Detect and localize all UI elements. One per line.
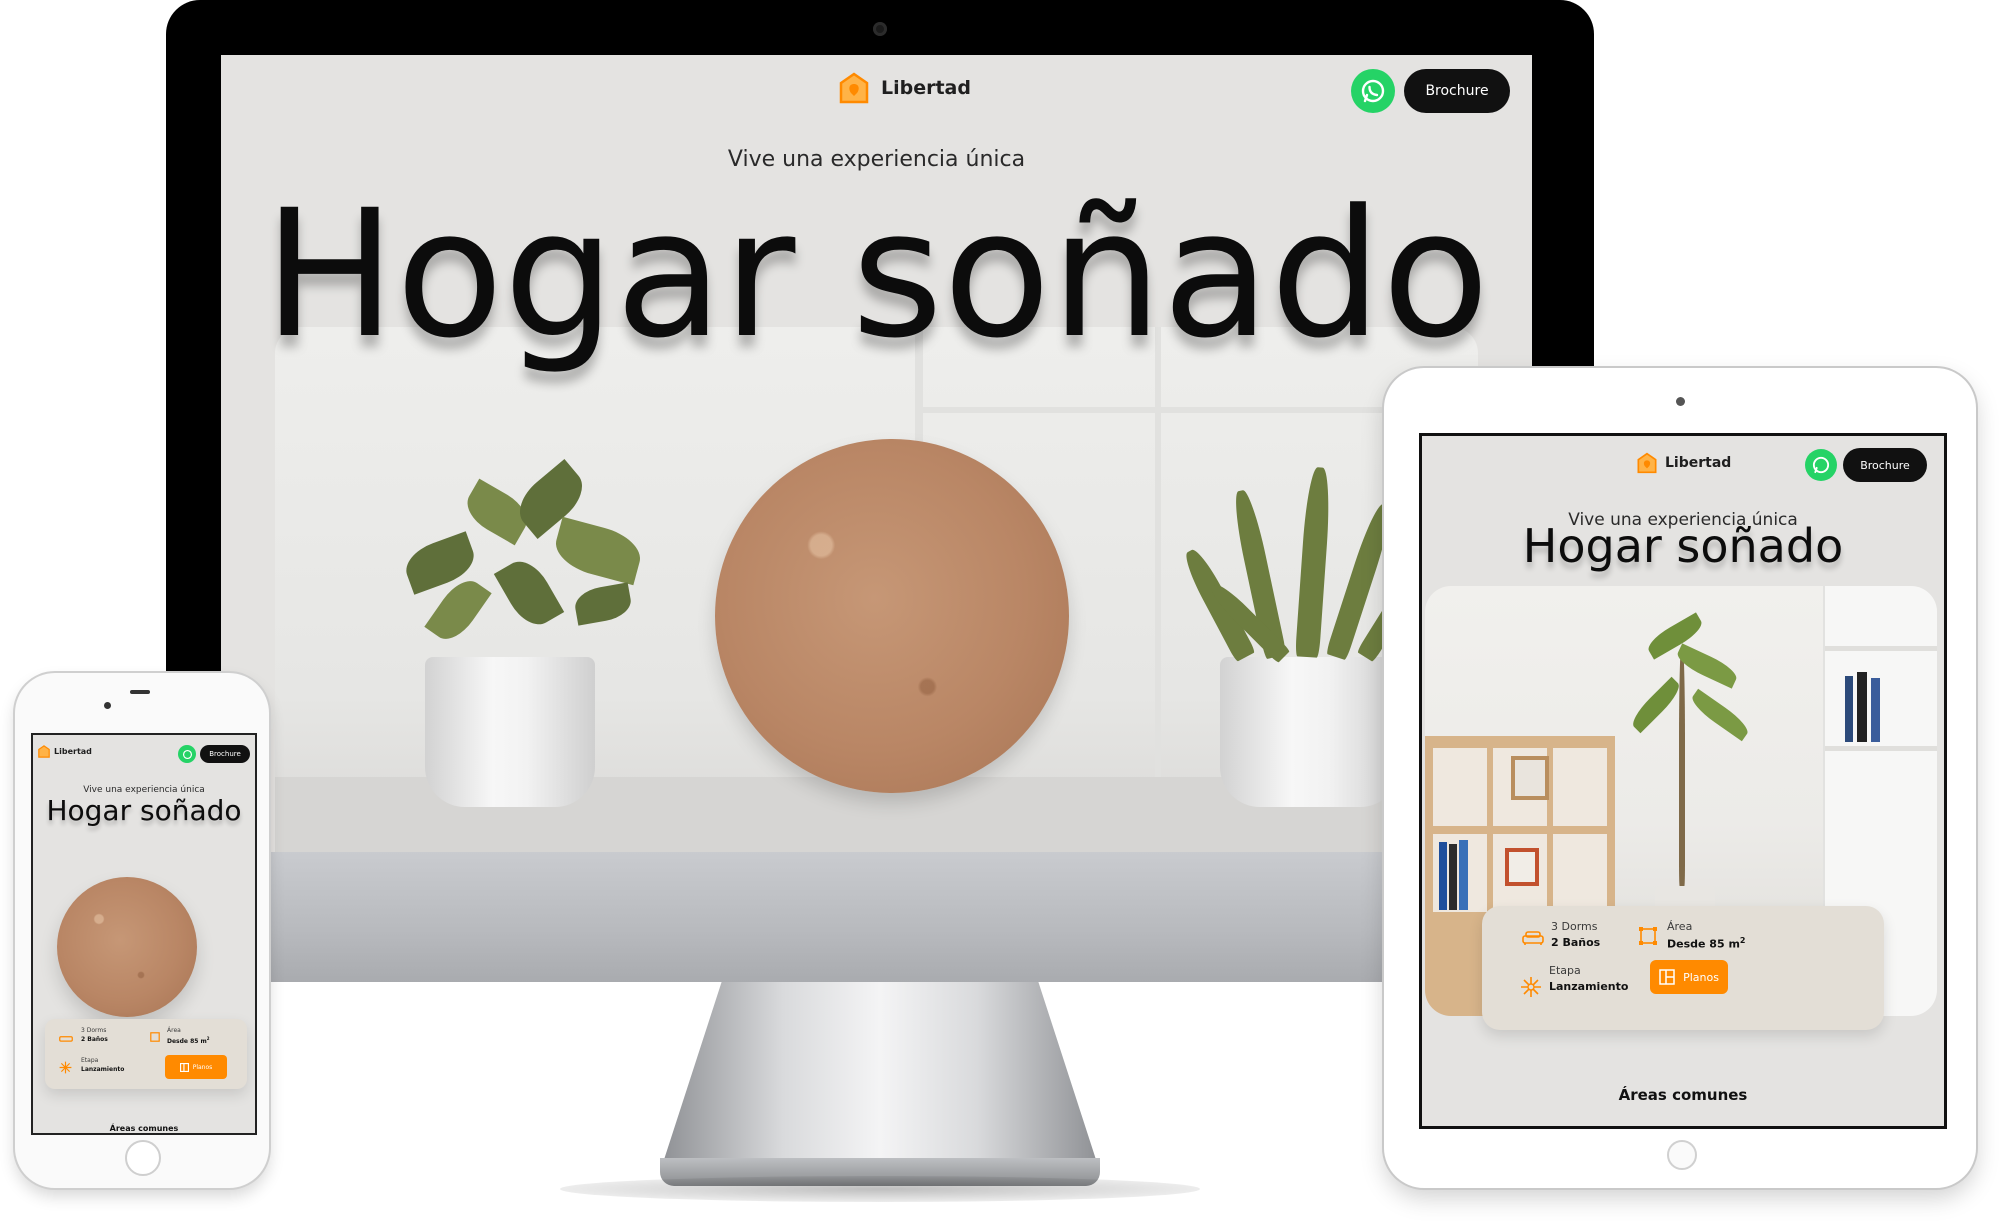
brochure-button[interactable]: Brochure [200, 745, 250, 763]
monitor-stand [660, 982, 1100, 1172]
snowflake-icon [59, 1061, 72, 1074]
hero-headline: Hogar soñado [263, 172, 1490, 377]
stage-label: Etapa [81, 1057, 99, 1064]
property-info-card: 3 Dorms 2 Baños Área Desde 85 m2 Etapa L… [1482, 906, 1884, 1030]
hero-headline: Hogar soñado [1522, 519, 1844, 573]
planos-button[interactable]: Planos [165, 1055, 227, 1079]
hero-image [275, 327, 1478, 852]
hero-headline: Hogar soñado [46, 794, 242, 827]
site-logo[interactable]: Libertad [38, 744, 92, 758]
monitor-camera [873, 22, 887, 36]
site-logo[interactable]: Libertad [1637, 451, 1731, 475]
site-logo[interactable]: Libertad [839, 71, 971, 105]
house-logo-icon [1637, 452, 1657, 474]
brochure-button[interactable]: Brochure [1843, 448, 1927, 482]
monitor-chin [166, 852, 1594, 982]
planos-button[interactable]: Planos [1650, 960, 1728, 994]
tablet-camera [1676, 397, 1685, 406]
area-icon [150, 1032, 160, 1042]
phone-home-button [125, 1140, 161, 1176]
brand-name: Libertad [1665, 455, 1732, 471]
whatsapp-icon [182, 749, 192, 759]
stage-value: Lanzamiento [81, 1066, 125, 1073]
whatsapp-button[interactable] [178, 745, 196, 763]
brand-name: Libertad [881, 77, 971, 99]
hero-tagline: Vive una experiencia única [727, 147, 1026, 172]
brochure-button[interactable]: Brochure [1404, 69, 1510, 113]
tablet-home-button [1667, 1140, 1697, 1170]
monitor-shadow [560, 1176, 1200, 1202]
bed-icon [59, 1036, 73, 1042]
common-areas-heading: Áreas comunes [109, 1124, 179, 1133]
area-value: Desde 85 m2 [167, 1036, 210, 1045]
rooms-dorms: 3 Dorms [1551, 920, 1598, 933]
bed-icon [1522, 931, 1544, 945]
whatsapp-button[interactable] [1351, 69, 1395, 113]
brand-name: Libertad [54, 746, 92, 756]
tablet-screen: Libertad Brochure Vive una experiencia ú… [1419, 433, 1947, 1129]
stage-label: Etapa [1549, 964, 1581, 977]
area-label: Área [1667, 920, 1693, 933]
area-value: Desde 85 m2 [1667, 936, 1746, 951]
house-logo-icon [38, 744, 50, 758]
rooms-banos: 2 Baños [1551, 936, 1601, 949]
stage-value: Lanzamiento [1549, 980, 1629, 993]
desktop-screen: Libertad Brochure Vive una experiencia ú… [221, 55, 1532, 852]
rooms-dorms: 3 Dorms [81, 1027, 107, 1034]
common-areas-heading: Áreas comunes [1618, 1086, 1748, 1104]
property-info-card: 3 Dorms 2 Baños Área Desde 85 m2 Etapa L… [45, 1019, 247, 1089]
rooms-banos: 2 Baños [81, 1036, 108, 1043]
whatsapp-icon [1361, 79, 1385, 103]
phone-speaker [130, 690, 150, 694]
cork-board [57, 877, 197, 1017]
area-label: Área [167, 1027, 181, 1034]
area-icon [1639, 927, 1657, 945]
snowflake-icon [1521, 977, 1541, 997]
phone-screen: Libertad Brochure Vive una experiencia ú… [31, 733, 257, 1135]
house-logo-icon [839, 72, 869, 104]
whatsapp-icon [1812, 456, 1830, 474]
floorplan-icon [1659, 969, 1675, 985]
floorplan-icon [179, 1062, 189, 1072]
whatsapp-button[interactable] [1805, 449, 1837, 481]
phone-camera [104, 702, 111, 709]
cork-board [715, 439, 1069, 793]
